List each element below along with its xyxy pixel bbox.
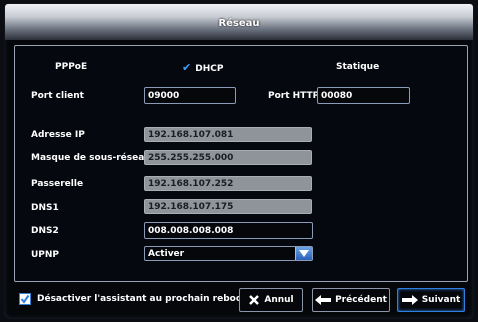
mode-static-label: Statique: [336, 62, 380, 72]
gateway-label: Passerelle: [31, 179, 84, 189]
mode-dhcp-label: DHCP: [195, 64, 224, 74]
subnet-mask-label: Masque de sous-réseau: [31, 153, 151, 163]
upnp-label: UPNP: [31, 250, 60, 260]
previous-button[interactable]: Précédent: [312, 288, 390, 312]
mode-pppoe[interactable]: PPPoE: [55, 62, 87, 72]
port-client-label: Port client: [31, 91, 84, 101]
close-icon: [249, 295, 260, 305]
arrow-left-icon: [315, 295, 332, 305]
arrow-right-icon: [401, 295, 418, 305]
next-button-label: Suivant: [421, 295, 461, 305]
previous-button-label: Précédent: [335, 295, 387, 305]
cancel-button[interactable]: Annul: [239, 288, 303, 312]
chevron-down-icon[interactable]: [295, 247, 312, 260]
upnp-select[interactable]: Activer: [144, 246, 313, 261]
dns1-field[interactable]: 192.168.107.175: [144, 199, 312, 214]
checkmark-icon: [20, 294, 30, 304]
port-client-field[interactable]: 09000: [144, 87, 236, 104]
dns2-field[interactable]: 008.008.008.008: [144, 222, 313, 239]
port-http-field[interactable]: 00080: [317, 87, 410, 104]
dns2-label: DNS2: [31, 226, 59, 236]
title-bar: Réseau: [5, 4, 473, 40]
window-title: Réseau: [218, 18, 260, 29]
subnet-mask-field[interactable]: 255.255.255.000: [144, 150, 312, 165]
ip-address-label: Adresse IP: [31, 130, 85, 140]
mode-pppoe-label: PPPoE: [55, 62, 88, 72]
gateway-field[interactable]: 192.168.107.252: [144, 176, 312, 191]
disable-wizard-checkbox[interactable]: [19, 293, 31, 305]
upnp-selected-value: Activer: [148, 249, 185, 259]
dns1-label: DNS1: [31, 203, 59, 213]
port-http-label: Port HTTP: [268, 91, 320, 101]
mode-static[interactable]: Statique: [336, 62, 379, 72]
disable-wizard-label[interactable]: Désactiver l'assistant au prochain reboo…: [37, 294, 252, 304]
mode-dhcp[interactable]: ✔ DHCP: [182, 61, 223, 74]
checkmark-icon: ✔: [182, 61, 192, 74]
cancel-button-label: Annul: [264, 295, 294, 305]
ip-address-field[interactable]: 192.168.107.081: [144, 127, 312, 142]
next-button[interactable]: Suivant: [397, 288, 465, 312]
